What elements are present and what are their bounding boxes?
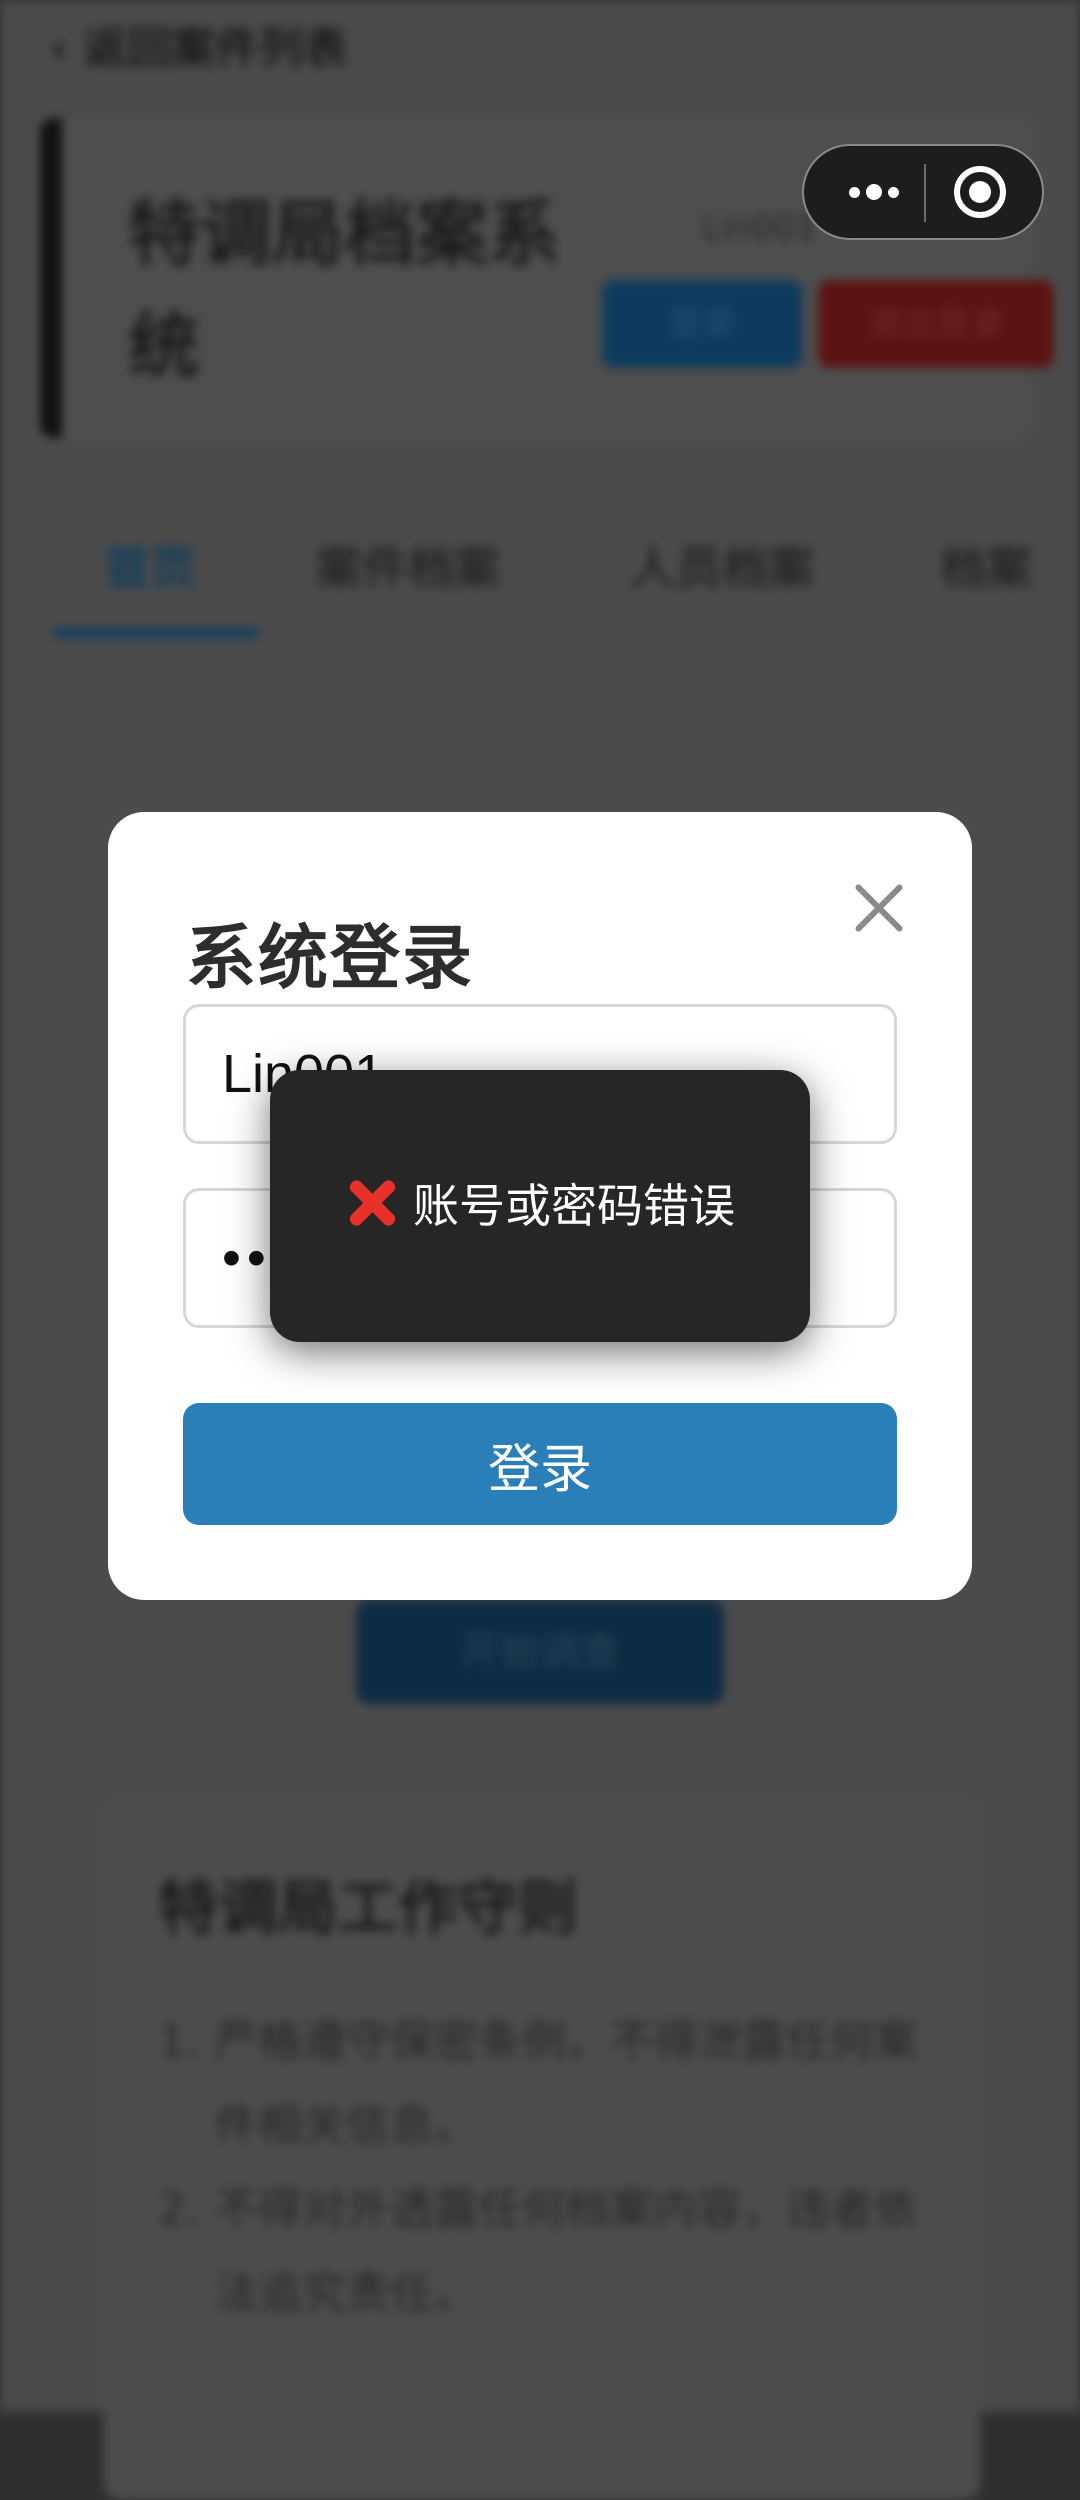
start-investigation-button: 开始调查: [356, 1600, 724, 1704]
rules-title: 特调局工作守则: [158, 1874, 578, 1944]
rules-list: 严格遵守保密条例，不得泄露任何案件相关信息。 不得对外透露任何档案内容，违者依法…: [158, 2000, 958, 2336]
tab-personnel: 人员档案: [630, 541, 814, 595]
exit-miniprogram-icon[interactable]: [954, 166, 1006, 218]
rules-item: 不得对外透露任何档案内容，违者依法追究责任。: [214, 2168, 958, 2336]
logout-button: 退出登录: [818, 280, 1054, 368]
close-icon[interactable]: [848, 876, 912, 940]
cross-mark-icon: [345, 1176, 399, 1230]
login-submit-button[interactable]: 登录: [183, 1403, 897, 1525]
capsule-divider: [924, 164, 926, 222]
more-options-icon[interactable]: [834, 146, 914, 238]
error-toast: 账号或密码错误: [270, 1070, 810, 1342]
header-login-button: 登录: [602, 280, 802, 368]
app-title: 特调局档案系统: [128, 192, 561, 388]
tab-active-indicator: [52, 628, 260, 638]
tab-home: 首页: [104, 541, 196, 595]
current-user-text: Lin001: [702, 208, 817, 248]
dialog-title: 系统登录: [186, 917, 474, 999]
rules-item: 严格遵守保密条例，不得泄露任何案件相关信息。: [214, 2000, 958, 2168]
tab-archive: 档案: [940, 541, 1032, 595]
tab-cases: 案件档案: [316, 541, 500, 595]
miniprogram-capsule: [802, 144, 1044, 240]
back-link: ‹ 返回案件列表: [50, 23, 348, 74]
rules-card: 特调局工作守则 严格遵守保密条例，不得泄露任何案件相关信息。 不得对外透露任何档…: [104, 1800, 980, 2500]
tab-bar: 首页 案件档案 人员档案 档案: [0, 520, 1080, 650]
toast-message: 账号或密码错误: [413, 1179, 735, 1233]
